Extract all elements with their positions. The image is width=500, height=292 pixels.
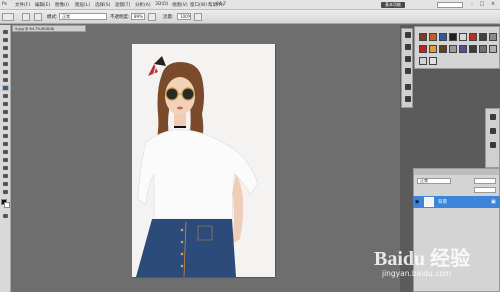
layer-name: 背景	[438, 200, 447, 205]
zoom-tool-icon[interactable]	[2, 189, 9, 195]
move-tool-icon[interactable]	[2, 29, 9, 35]
brushes-panel-icon[interactable]	[404, 83, 412, 91]
options-bar: 模式: 正常 不透明度: 89% 流量: 100%	[0, 10, 500, 24]
brush-tool-preset-icon[interactable]	[2, 13, 14, 21]
flow-input[interactable]: 100%	[177, 13, 191, 20]
marquee-tool-icon[interactable]	[2, 37, 9, 43]
style-swatch[interactable]	[439, 45, 447, 53]
menu-3d[interactable]: 3D(D)	[155, 2, 168, 7]
style-swatch[interactable]	[479, 33, 487, 41]
minimize-button[interactable]: -	[468, 1, 476, 8]
eyedropper-tool-icon[interactable]	[2, 69, 9, 75]
quick-mask-icon[interactable]	[2, 213, 9, 219]
brush-panel-icon[interactable]	[34, 13, 42, 21]
airbrush-icon[interactable]	[194, 13, 202, 21]
pen-tool-icon[interactable]	[2, 141, 9, 147]
document-canvas[interactable]	[132, 44, 275, 277]
tools-panel	[0, 25, 11, 292]
style-swatch[interactable]	[489, 33, 497, 41]
search-input[interactable]	[437, 2, 463, 8]
style-swatch[interactable]	[469, 45, 477, 53]
photo-image	[132, 44, 275, 277]
actions-panel-icon[interactable]	[404, 43, 412, 51]
adjustments-panel-icon[interactable]	[404, 55, 412, 63]
color-panel-icon[interactable]	[489, 113, 497, 121]
layer-opacity-input[interactable]	[474, 178, 496, 184]
style-swatch[interactable]	[429, 45, 437, 53]
mode-select[interactable]: 正常	[59, 13, 107, 20]
baidu-watermark: Baidu 经验 jingyan.baidu.com	[374, 232, 500, 292]
eye-icon[interactable]: ◉	[415, 199, 419, 205]
lasso-tool-icon[interactable]	[2, 45, 9, 51]
shape-tool-icon[interactable]	[2, 165, 9, 171]
menu-window[interactable]: 窗口(W)	[190, 2, 207, 8]
layer-thumbnail	[424, 197, 434, 207]
history-panel-icon[interactable]	[404, 31, 412, 39]
close-button[interactable]: ×	[489, 1, 497, 8]
healing-tool-icon[interactable]	[2, 77, 9, 83]
styles-panel	[414, 26, 500, 69]
menu-analysis[interactable]: 分析(A)	[135, 2, 151, 8]
style-swatch[interactable]	[489, 45, 497, 53]
3d-rotate-tool-icon[interactable]	[2, 173, 9, 179]
blur-tool-icon[interactable]	[2, 125, 9, 131]
style-swatch[interactable]	[419, 57, 427, 65]
menu-select[interactable]: 选择(S)	[95, 2, 110, 8]
workspace-button[interactable]: 基本功能	[381, 2, 405, 8]
layer-blend-select[interactable]: 正常	[417, 178, 451, 184]
watermark-logo-text: Baidu 经验	[374, 248, 471, 270]
mode-label: 模式:	[47, 15, 58, 20]
clone-source-panel-icon[interactable]	[404, 95, 412, 103]
style-swatch[interactable]	[449, 45, 457, 53]
clone-stamp-tool-icon[interactable]	[2, 93, 9, 99]
style-swatch[interactable]	[419, 33, 427, 41]
style-swatch[interactable]	[419, 45, 427, 53]
menu-bar: Ps 文件(F) 编辑(E) 图像(I) 图层(L) 选择(S) 滤镜(T) 分…	[0, 0, 500, 10]
style-swatch[interactable]	[469, 33, 477, 41]
collapsed-panel-strip	[485, 108, 500, 168]
path-select-tool-icon[interactable]	[2, 157, 9, 163]
flow-label: 流量:	[163, 15, 174, 20]
layer-row-background[interactable]: ◉ 背景 ▣	[413, 196, 500, 208]
type-tool-icon[interactable]	[2, 149, 9, 155]
style-swatch[interactable]	[439, 33, 447, 41]
collapsed-panels	[401, 28, 413, 108]
pressure-opacity-icon[interactable]	[148, 13, 156, 21]
watermark-url: jingyan.baidu.com	[382, 269, 452, 278]
background-color-swatch[interactable]	[4, 202, 10, 208]
dodge-tool-icon[interactable]	[2, 133, 9, 139]
style-swatch[interactable]	[429, 33, 437, 41]
layer-fill-input[interactable]	[474, 187, 496, 193]
menu-filter[interactable]: 滤镜(T)	[115, 2, 130, 8]
style-swatch[interactable]	[429, 57, 437, 65]
maximize-button[interactable]: □	[478, 1, 486, 8]
quick-select-tool-icon[interactable]	[2, 53, 9, 59]
style-swatch[interactable]	[449, 33, 457, 41]
menu-edit[interactable]: 编辑(E)	[35, 2, 50, 8]
ps-logo[interactable]: Ps	[2, 2, 7, 7]
menu-view[interactable]: 视图(V)	[172, 2, 188, 8]
menu-image[interactable]: 图像(I)	[55, 2, 69, 8]
eraser-tool-icon[interactable]	[2, 109, 9, 115]
document-tab[interactable]: 9.jpg @ 64.7%(RGB/8)	[12, 25, 86, 32]
style-swatch[interactable]	[479, 45, 487, 53]
brush-tool-icon[interactable]	[2, 85, 9, 91]
opacity-label: 不透明度:	[110, 15, 130, 20]
layers-panel-tabs[interactable]	[414, 169, 499, 175]
zoom-level[interactable]: 64.7	[216, 2, 226, 7]
crop-tool-icon[interactable]	[2, 61, 9, 67]
gradient-tool-icon[interactable]	[2, 117, 9, 123]
opacity-input[interactable]: 89%	[131, 13, 145, 20]
masks-panel-icon[interactable]	[404, 67, 412, 75]
history-brush-tool-icon[interactable]	[2, 101, 9, 107]
brush-size-icon[interactable]	[22, 13, 30, 21]
hand-tool-icon[interactable]	[2, 181, 9, 187]
style-swatch[interactable]	[459, 33, 467, 41]
menu-layer[interactable]: 图层(L)	[75, 2, 90, 8]
lock-icon: ▣	[491, 199, 496, 205]
style-swatch[interactable]	[459, 45, 467, 53]
swatches-panel-icon[interactable]	[489, 127, 497, 135]
menu-file[interactable]: 文件(F)	[15, 2, 30, 8]
navigator-panel-icon[interactable]	[489, 141, 497, 149]
